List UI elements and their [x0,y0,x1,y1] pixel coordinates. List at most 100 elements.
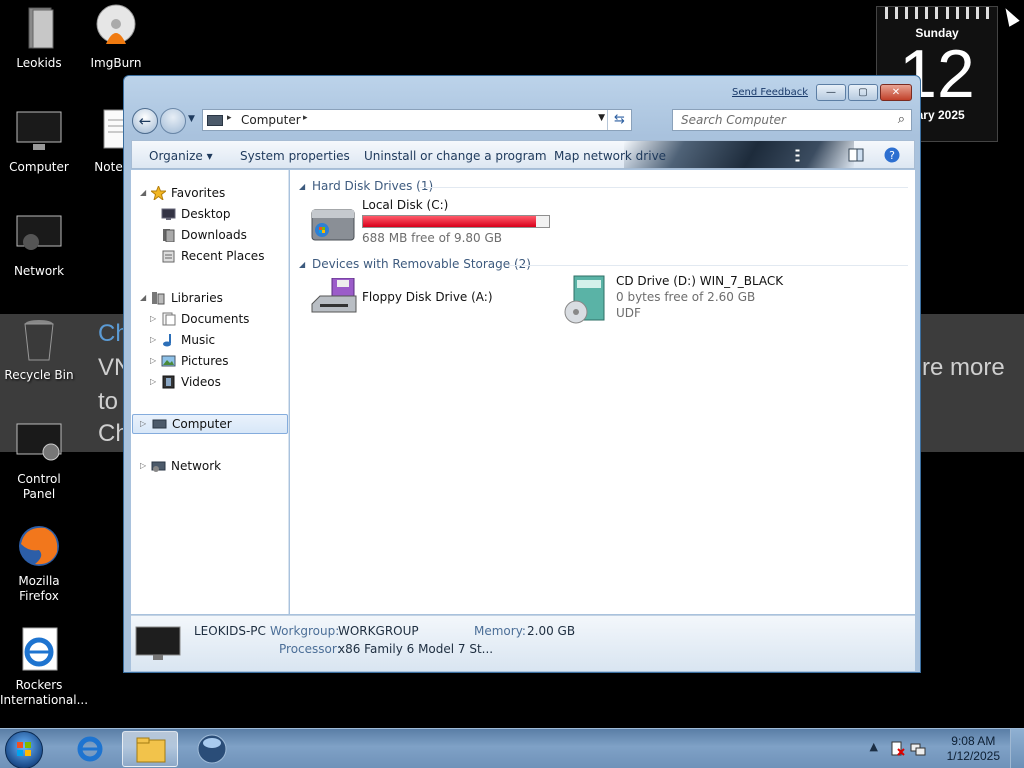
nav-label: Computer [172,417,232,431]
expand-arrow-icon[interactable]: ▷ [140,456,146,476]
group-header-hard-disk[interactable]: Hard Disk Drives (1) [312,179,433,193]
desktop-icon-label: ImgBurn [90,56,142,70]
details-pane: LEOKIDS-PC Workgroup: WORKGROUP Memory: … [131,615,915,671]
expand-arrow-icon[interactable]: ▷ [150,351,156,371]
internet-explorer-icon [77,736,103,762]
action-center-icon[interactable] [890,741,906,757]
nav-desktop[interactable]: Desktop [131,204,288,224]
drive-local-disk[interactable]: Local Disk (C:) 688 MB free of 9.80 GB [308,198,568,250]
breadcrumb-chevron-icon[interactable]: ▸ [303,113,308,123]
search-box[interactable]: Search Computer ⌕ [672,109,912,131]
computer-monitor-icon [135,626,181,660]
nav-computer[interactable]: ▷ Computer [132,414,288,434]
collapse-arrow-icon[interactable]: ◢ [140,288,146,308]
expand-arrow-icon[interactable]: ▷ [140,414,146,434]
control-panel-icon [15,420,63,468]
preview-pane-icon[interactable] [848,147,864,163]
address-dropdown-icon[interactable]: ▼ [598,113,605,123]
address-row: ← ▼ ▸ Computer ▸ ▼ ⇆ Search Computer ⌕ [132,108,912,134]
nav-music[interactable]: ▷ Music [131,330,288,350]
nav-downloads[interactable]: Downloads [131,225,288,245]
drive-cd[interactable]: CD Drive (D:) WIN_7_BLACK 0 bytes free o… [562,274,802,334]
music-note-icon [163,334,171,347]
uninstall-program-button[interactable]: Uninstall or change a program [364,149,547,163]
desktop-icon-firefox[interactable]: Mozilla Firefox [0,522,78,604]
star-icon [151,186,166,200]
drive-floppy[interactable]: Floppy Disk Drive (A:) [308,278,538,324]
processor-value: x86 Family 6 Model 7 St... [338,642,494,656]
minimize-button[interactable]: — [816,84,846,101]
desktop-icon-label: Control Panel [17,472,61,501]
desktop-icon-recycle-bin[interactable]: Recycle Bin [0,316,78,383]
close-button[interactable]: ✕ [880,84,912,101]
desktop-icon-leokids[interactable]: Leokids [0,4,78,71]
maximize-icon: ▢ [858,87,868,98]
taskbar-windows-explorer[interactable] [122,731,178,767]
system-clock[interactable]: 9:08 AM 1/12/2025 [947,734,1000,764]
expand-arrow-icon[interactable]: ▷ [150,372,156,392]
group-collapse-icon[interactable]: ◢ [299,182,305,191]
calendar-rings [877,7,997,21]
group-collapse-icon[interactable]: ◢ [299,260,305,269]
back-button[interactable]: ← [132,108,158,134]
nav-recent-places[interactable]: Recent Places [131,246,288,266]
collapse-arrow-icon[interactable]: ◢ [140,183,146,203]
recent-pages-dropdown-icon[interactable]: ▼ [188,114,195,124]
recycle-bin-icon [15,316,63,364]
show-hidden-icons[interactable]: ▲ [870,740,878,753]
expand-arrow-icon[interactable]: ▷ [150,330,156,350]
breadcrumb-computer[interactable]: Computer [241,113,301,127]
show-desktop-button[interactable] [1010,729,1024,768]
nav-label: Recent Places [181,249,265,263]
drive-filesystem: UDF [616,306,641,320]
forward-button[interactable] [160,108,186,134]
desktop-icon-computer[interactable]: Computer [0,108,78,175]
network-status-icon[interactable] [910,741,926,757]
folder-icon [136,737,166,763]
help-icon[interactable]: ? [884,147,900,163]
disk-usage-fill [363,216,536,227]
nav-network[interactable]: ▷ Network [131,456,288,476]
memory-label: Memory: [474,624,526,638]
cd-drive-icon [564,275,605,324]
change-view-icon[interactable] [792,147,808,163]
drive-free-space: 688 MB free of 9.80 GB [362,231,503,245]
maximize-button[interactable]: ▢ [848,84,878,101]
memory-value: 2.00 GB [527,624,576,638]
desktop-icon-imgburn[interactable]: ImgBurn [77,4,155,71]
taskbar-internet-explorer[interactable] [62,731,118,767]
search-placeholder: Search Computer [681,113,786,127]
nav-favorites[interactable]: ◢ Favorites [131,183,288,203]
desktop-icon-label: Computer [9,160,69,174]
computer-icon [15,108,63,156]
explorer-window: Send Feedback — ▢ ✕ ← ▼ ▸ Computer ▸ ▼ ⇆… [123,75,921,673]
nav-label: Favorites [171,186,226,200]
nav-libraries[interactable]: ◢ Libraries [131,288,288,308]
hard-drive-icon [311,209,355,241]
nav-videos[interactable]: ▷ Videos [131,372,288,392]
group-divider [420,187,908,188]
nav-pictures[interactable]: ▷ Pictures [131,351,288,371]
address-bar[interactable]: ▸ Computer ▸ ▼ ⇆ [202,109,632,131]
desktop-icon-rockers[interactable]: Rockers International... [0,626,88,708]
organize-button[interactable]: Organize ▾ [149,149,213,163]
group-divider [508,265,908,266]
system-properties-button[interactable]: System properties [240,149,350,163]
start-button[interactable] [5,731,43,768]
breadcrumb-chevron-icon: ▸ [227,113,232,123]
desktop-icon-label: Network [13,264,65,278]
refresh-icon[interactable]: ⇆ [607,110,631,130]
expand-arrow-icon[interactable]: ▷ [150,309,156,329]
title-bar[interactable]: Send Feedback — ▢ ✕ [124,76,920,104]
desktop-icon-control-panel[interactable]: Control Panel [0,420,78,502]
nav-label: Network [171,459,222,473]
folder-icon [15,4,63,52]
nav-label: Pictures [181,354,229,368]
map-network-drive-button[interactable]: Map network drive [554,149,666,163]
send-feedback-link[interactable]: Send Feedback [732,87,808,98]
nav-documents[interactable]: ▷ Documents [131,309,288,329]
desktop-icon-network[interactable]: Network [0,212,78,279]
group-header-removable[interactable]: Devices with Removable Storage (2) [312,257,531,271]
taskbar-app[interactable] [184,731,240,767]
banner-text: re more [922,354,1005,381]
